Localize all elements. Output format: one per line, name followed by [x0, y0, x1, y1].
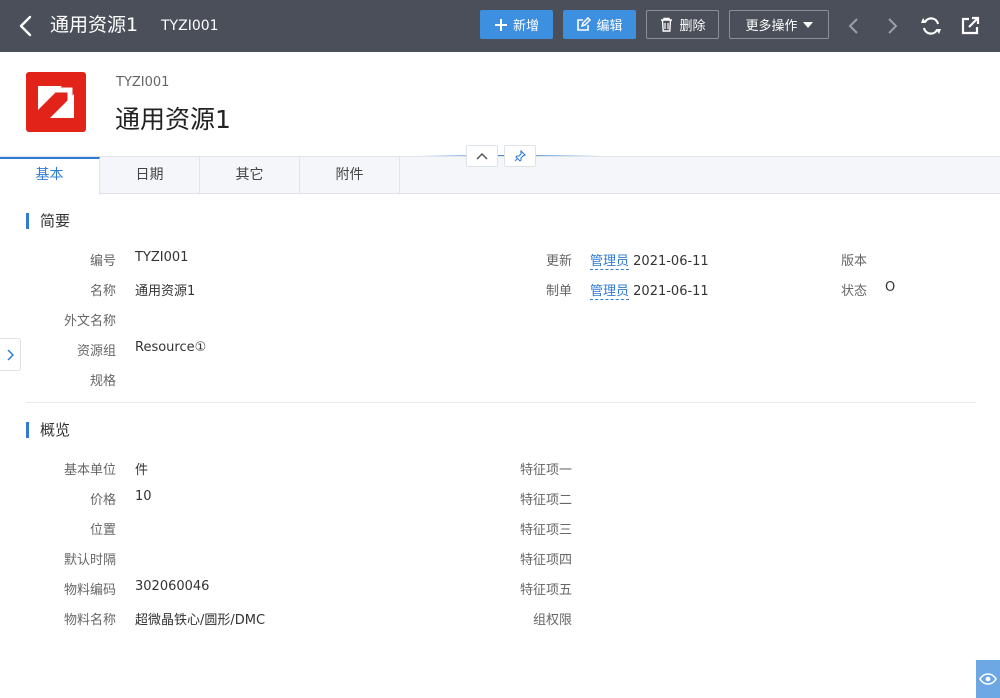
field-label: 价格 — [89, 493, 116, 508]
edit-icon — [577, 17, 592, 31]
delete-button-label: 删除 — [679, 19, 706, 34]
tab-bar: 基本 日期 其它 附件 — [0, 156, 1000, 195]
preview-button[interactable] — [976, 660, 1000, 698]
field-value: 件 — [135, 463, 149, 478]
field-label: 特征项一 — [519, 463, 572, 478]
plus-icon — [494, 18, 507, 31]
resource-logo — [26, 72, 86, 132]
field-value: O — [885, 280, 896, 295]
field-label: 更新 — [545, 254, 572, 269]
more-actions-label: 更多操作 — [745, 19, 798, 34]
collapse-header-button[interactable] — [466, 145, 498, 167]
section-title-overview: 概览 — [26, 422, 70, 438]
edit-button-label: 编辑 — [596, 19, 623, 34]
record-name: 通用资源1 — [115, 105, 231, 134]
pin-icon — [514, 150, 526, 162]
add-button[interactable]: 新增 — [480, 10, 553, 39]
field-value: Resource① — [135, 340, 207, 355]
updated-by-user-link[interactable]: 管理员 — [590, 254, 630, 270]
top-toolbar: 通用资源1 TYZI001 新增 编辑 删除 更多操作 — [0, 0, 1000, 52]
pin-header-button[interactable] — [504, 145, 536, 167]
field-label: 资源组 — [76, 344, 116, 359]
field-label: 基本单位 — [63, 463, 116, 478]
tab-attachment[interactable]: 附件 — [300, 157, 400, 194]
field-label: 位置 — [89, 523, 116, 538]
field-label: 规格 — [89, 374, 116, 389]
field-label: 特征项五 — [519, 583, 572, 598]
field-value: 10 — [135, 489, 152, 504]
field-value: 管理员 2021-06-11 — [590, 280, 709, 300]
field-label: 特征项二 — [519, 493, 572, 508]
back-arrow-icon[interactable] — [16, 13, 38, 39]
tab-date[interactable]: 日期 — [100, 157, 200, 194]
next-record-icon[interactable] — [880, 14, 904, 38]
field-label: 状态 — [840, 284, 867, 299]
add-button-label: 新增 — [512, 19, 539, 34]
refresh-icon[interactable] — [919, 14, 943, 38]
field-label: 默认时隔 — [63, 553, 116, 568]
field-label: 名称 — [89, 284, 116, 299]
section-divider — [26, 402, 976, 403]
tab-basic[interactable]: 基本 — [0, 157, 100, 195]
created-by-user-link[interactable]: 管理员 — [590, 284, 630, 300]
caret-down-icon — [802, 21, 813, 28]
field-value: 管理员 2021-06-11 — [590, 250, 709, 270]
delete-button[interactable]: 删除 — [646, 10, 719, 39]
field-value: 通用资源1 — [135, 284, 196, 299]
field-label: 组权限 — [532, 613, 572, 628]
tab-other[interactable]: 其它 — [200, 157, 300, 194]
more-actions-button[interactable]: 更多操作 — [729, 10, 829, 39]
expand-sidebar-button[interactable] — [0, 338, 21, 371]
field-value: 302060046 — [135, 579, 210, 594]
previous-record-icon[interactable] — [842, 14, 866, 38]
trash-icon — [661, 17, 673, 32]
field-label: 物料名称 — [63, 613, 116, 628]
section-title-summary: 简要 — [26, 213, 70, 229]
field-label: 特征项四 — [519, 553, 572, 568]
field-label: 特征项三 — [519, 523, 572, 538]
field-label: 外文名称 — [63, 314, 116, 329]
created-date: 2021-06-11 — [633, 284, 709, 299]
field-value: TYZI001 — [135, 250, 189, 265]
field-label: 编号 — [89, 254, 116, 269]
eye-icon — [979, 673, 997, 685]
field-label: 物料编码 — [63, 583, 116, 598]
updated-date: 2021-06-11 — [633, 254, 709, 269]
edit-button[interactable]: 编辑 — [563, 10, 636, 39]
chevron-up-icon — [476, 152, 488, 160]
field-value: 超微晶铁心/圆形/DMC — [135, 613, 266, 628]
field-label: 版本 — [840, 254, 867, 269]
chevron-right-icon — [7, 348, 14, 361]
record-code: TYZI001 — [116, 75, 170, 90]
window-title: 通用资源1 — [50, 14, 139, 36]
window-code: TYZI001 — [161, 18, 219, 34]
open-external-icon[interactable] — [958, 14, 982, 38]
field-label: 制单 — [545, 284, 572, 299]
